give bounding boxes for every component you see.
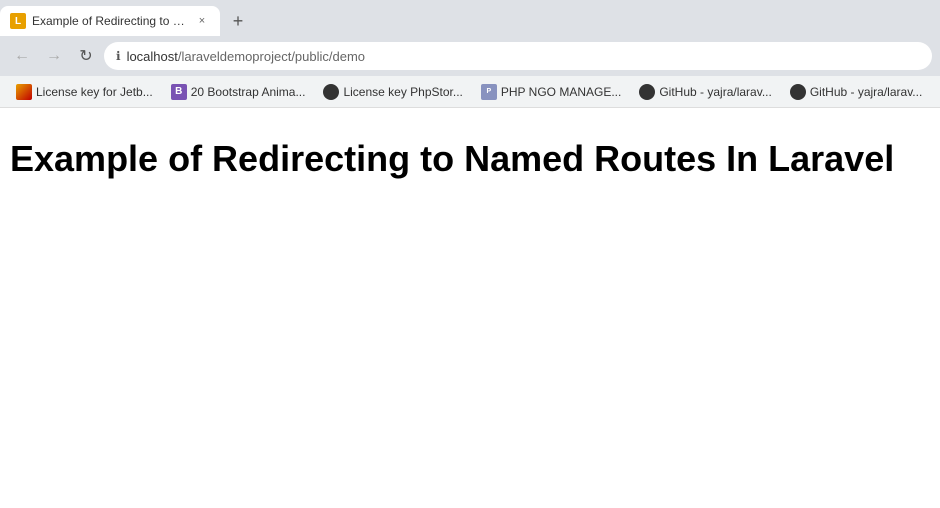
page-content: Example of Redirecting to Named Routes I… bbox=[0, 108, 940, 508]
bookmark-jetbrains[interactable]: License key for Jetb... bbox=[8, 81, 161, 103]
address-bar: ← → ↻ ℹ localhost/laraveldemoproject/pub… bbox=[0, 36, 940, 76]
bookmark-ngo-label: PHP NGO MANAGE... bbox=[501, 85, 621, 99]
url-bar[interactable]: ℹ localhost/laraveldemoproject/public/de… bbox=[104, 42, 932, 70]
active-tab[interactable]: L Example of Redirecting to Name × bbox=[0, 6, 220, 36]
back-button[interactable]: ← bbox=[8, 42, 36, 70]
bookmark-ngo[interactable]: P PHP NGO MANAGE... bbox=[473, 81, 629, 103]
url-domain: localhost bbox=[127, 49, 178, 64]
bookmark-jetbrains-label: License key for Jetb... bbox=[36, 85, 153, 99]
bookmarks-bar: License key for Jetb... B 20 Bootstrap A… bbox=[0, 76, 940, 108]
phpstorm-favicon bbox=[323, 84, 339, 100]
bookmark-bootstrap-label: 20 Bootstrap Anima... bbox=[191, 85, 306, 99]
github1-favicon bbox=[639, 84, 655, 100]
secure-icon: ℹ bbox=[116, 49, 121, 63]
bookmark-github1-label: GitHub - yajra/larav... bbox=[659, 85, 771, 99]
tab-favicon: L bbox=[10, 13, 26, 29]
bookmark-github2-label: GitHub - yajra/larav... bbox=[810, 85, 922, 99]
new-tab-button[interactable]: + bbox=[224, 7, 252, 35]
url-path: /laraveldemoproject/public/demo bbox=[178, 49, 365, 64]
page-heading: Example of Redirecting to Named Routes I… bbox=[10, 138, 930, 180]
bootstrap-favicon: B bbox=[171, 84, 187, 100]
bookmark-github2[interactable]: GitHub - yajra/larav... bbox=[782, 81, 930, 103]
github2-favicon bbox=[790, 84, 806, 100]
forward-button[interactable]: → bbox=[40, 42, 68, 70]
tab-close-button[interactable]: × bbox=[194, 13, 210, 29]
jetbrains-favicon bbox=[16, 84, 32, 100]
bookmark-bootstrap[interactable]: B 20 Bootstrap Anima... bbox=[163, 81, 314, 103]
url-text: localhost/laraveldemoproject/public/demo bbox=[127, 49, 920, 64]
tab-bar: L Example of Redirecting to Name × + bbox=[0, 0, 940, 36]
bookmark-phpstorm-label: License key PhpStor... bbox=[343, 85, 462, 99]
browser-chrome: L Example of Redirecting to Name × + ← →… bbox=[0, 0, 940, 108]
ngo-favicon: P bbox=[481, 84, 497, 100]
bookmark-github1[interactable]: GitHub - yajra/larav... bbox=[631, 81, 779, 103]
tab-title: Example of Redirecting to Name bbox=[32, 14, 188, 28]
reload-button[interactable]: ↻ bbox=[72, 42, 100, 70]
bookmark-phpstorm[interactable]: License key PhpStor... bbox=[315, 81, 470, 103]
